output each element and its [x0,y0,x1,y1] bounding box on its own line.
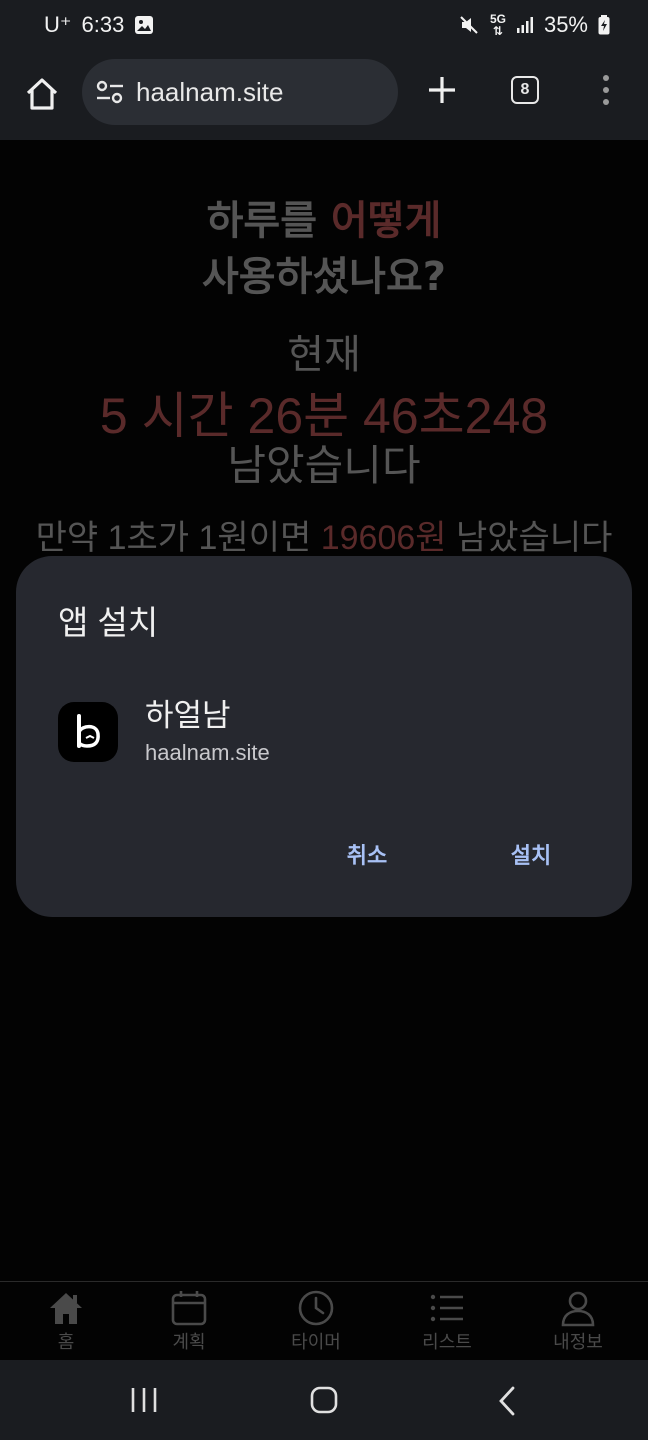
browser-menu-button[interactable] [598,72,614,108]
clock-icon [298,1290,334,1326]
address-bar[interactable]: haalnam.site [82,59,398,125]
signal-icon [516,16,534,34]
data-arrows-icon: ⇅ [492,24,503,38]
new-tab-button[interactable] [424,72,460,108]
network-5g-icon: 5G ⇅ [490,13,506,37]
nav-item-timer[interactable]: 타이머 [266,1288,366,1354]
money-line: 만약 1초가 1원이면 19606원 남았습니다 [0,510,648,559]
gallery-notification-icon [134,15,154,35]
tab-count: 8 [520,81,530,98]
nav-item-list[interactable]: 리스트 [397,1288,497,1354]
cancel-button[interactable]: 취소 [326,832,408,876]
nav-label-plan: 계획 [172,1332,206,1352]
nav-label-timer: 타이머 [291,1332,341,1352]
app-bottom-nav: 홈 계획 타이머 리스트 내정보 [0,1281,648,1361]
system-navigation-bar [0,1360,648,1440]
back-button[interactable] [496,1386,518,1416]
recent-apps-icon [131,1388,157,1412]
clock-time: 6:33 [81,12,125,37]
mute-icon [458,14,480,36]
status-left: U⁺ 6:33 [44,12,154,38]
tab-switcher-button[interactable]: 8 [511,76,539,104]
app-name: 하얼남 [145,698,231,733]
install-app-dialog: 앱 설치 하얼남 haalnam.site 취소 설치 [16,556,632,917]
person-icon [561,1291,595,1327]
heading-line-2: 사용하셨나요? [201,254,446,300]
nav-item-plan[interactable]: 계획 [139,1288,239,1354]
list-icon [430,1294,463,1322]
dialog-title: 앱 설치 [58,604,159,641]
battery-charging-icon [598,15,610,35]
app-icon [58,702,118,762]
heading-part-accent: 어떻게 [330,198,442,244]
chevron-left-icon [499,1386,515,1416]
browser-toolbar: haalnam.site 8 [0,52,648,140]
status-right: 5G ⇅ 35% [458,12,610,38]
money-suffix: 남았습니다 [456,519,613,557]
more-vert-icon [603,75,609,105]
nav-item-home[interactable]: 홈 [16,1288,116,1354]
battery-percent: 35% [543,12,588,37]
recent-apps-button[interactable] [130,1386,158,1414]
money-prefix: 만약 1초가 1원이면 [35,519,312,557]
system-home-button[interactable] [310,1386,338,1414]
app-url: haalnam.site [145,740,270,765]
nav-item-profile[interactable]: 내정보 [528,1288,628,1354]
heading-part-a: 하루를 [206,198,318,244]
app-logo-icon [77,714,100,748]
home-icon [50,1293,82,1324]
now-label: 현재 [287,333,361,377]
status-bar: U⁺ 6:33 5G ⇅ 35% [0,0,648,52]
url-text[interactable]: haalnam.site [136,77,283,108]
heading-line-1: 하루를 어떻게 [0,188,648,246]
home-outline-icon [26,78,58,110]
browser-home-button[interactable] [22,74,62,114]
remaining-label: 남았습니다 [227,442,421,489]
home-square-icon [310,1386,338,1414]
nav-label-list: 리스트 [422,1332,472,1352]
money-value: 19606원 [320,519,447,557]
nav-label-profile: 내정보 [553,1332,603,1352]
plus-icon [429,77,455,103]
calendar-icon [171,1291,207,1326]
nav-label-home: 홈 [57,1332,75,1352]
carrier-label: U⁺ [44,12,72,37]
site-settings-icon[interactable] [96,80,124,104]
install-button[interactable]: 설치 [490,832,572,876]
